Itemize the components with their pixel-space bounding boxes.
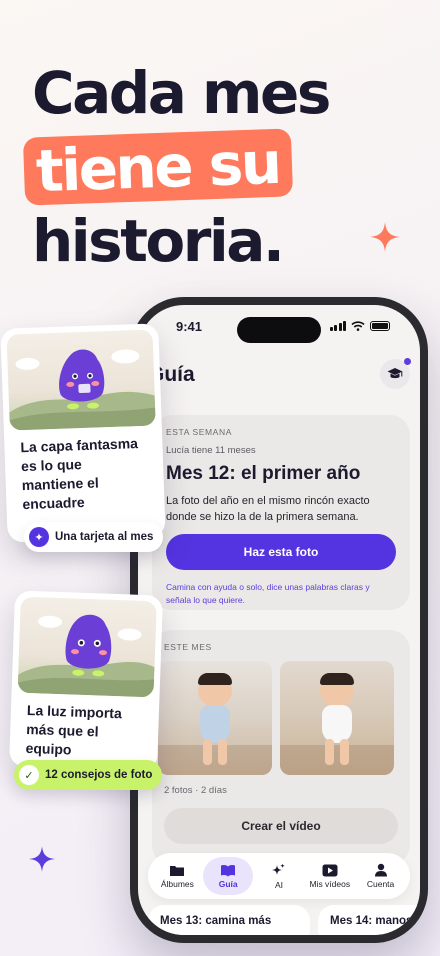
next-month-card[interactable]: Mes 13: camina más xyxy=(148,905,310,935)
tip-card-ghost-layer: La capa fantasma es lo que mantiene el e… xyxy=(0,323,166,543)
folder-icon xyxy=(170,865,185,876)
monthly-card-chip: ✦ Una tarjeta al mes xyxy=(24,522,164,552)
headline-line-2: tiene su xyxy=(22,128,293,206)
signal-icon xyxy=(329,321,346,331)
book-icon xyxy=(221,864,236,876)
baby-age: Lucía tiene 11 meses xyxy=(166,445,256,456)
tip-title: La luz importa más que el equipo xyxy=(25,701,123,758)
sparkle-purple-icon xyxy=(29,846,55,872)
sparkle-orange-icon xyxy=(370,222,400,252)
tab-ai[interactable]: AI xyxy=(254,857,304,895)
photo-tips-chip: ✓ 12 consejos de foto xyxy=(14,760,163,790)
status-icons xyxy=(329,321,390,331)
sparkle-icon xyxy=(272,863,286,875)
next-month-card[interactable]: Mes 14: manos xyxy=(318,905,420,935)
tab-my-videos[interactable]: Mis vídeos xyxy=(305,857,355,895)
tip-title: La capa fantasma es lo que mantiene el e… xyxy=(20,435,139,513)
photo-count: 2 fotos · 2 días xyxy=(164,785,227,796)
tab-label: AI xyxy=(274,879,283,890)
person-icon xyxy=(374,863,387,877)
mascot-illustration xyxy=(6,329,156,431)
graduation-cap-icon[interactable] xyxy=(380,358,411,389)
month-title: Mes 12: el primer año xyxy=(166,463,361,484)
headline: Cada mes tiene su historia. xyxy=(22,56,331,278)
tab-label: Álbumes xyxy=(160,878,194,889)
baby-photo[interactable] xyxy=(280,661,394,775)
take-photo-button[interactable]: Haz esta foto xyxy=(166,534,396,570)
create-video-button[interactable]: Crear el vídeo xyxy=(164,808,398,844)
phone-mockup: 9:41 Guía ESTA SEMANA Lucía tiene 11 mes… xyxy=(130,297,428,943)
week-eyebrow: ESTA SEMANA xyxy=(166,427,232,437)
month-eyebrow: ESTE MES xyxy=(164,642,212,652)
mascot-illustration xyxy=(17,596,157,698)
milestone-hint: Camina con ayuda o solo, dice unas palab… xyxy=(166,582,370,605)
tab-albums[interactable]: Álbumes xyxy=(152,857,202,895)
month-description: La foto del año en el mismo rincón exact… xyxy=(166,495,370,523)
chip-label: Una tarjeta al mes xyxy=(55,531,154,543)
baby-photo[interactable] xyxy=(158,661,272,775)
tip-card-light: La luz importa más que el equipo xyxy=(8,590,164,772)
wifi-icon xyxy=(351,321,365,331)
tab-account[interactable]: Cuenta xyxy=(356,857,406,895)
check-icon: ✓ xyxy=(19,765,39,785)
tab-bar: Álbumes Guía AI Mis vídeos Cuenta xyxy=(148,853,410,899)
phone-screen: 9:41 Guía ESTA SEMANA Lucía tiene 11 mes… xyxy=(138,305,420,935)
headline-line-3: historia. xyxy=(32,207,285,275)
this-month-card: ESTE MES 2 fotos · 2 días Crear el vídeo xyxy=(152,630,410,865)
notification-dot xyxy=(404,358,411,365)
play-icon xyxy=(322,864,338,876)
tab-guide[interactable]: Guía xyxy=(203,857,254,895)
status-time: 9:41 xyxy=(176,319,203,334)
headline-line-1: Cada mes xyxy=(32,59,331,127)
this-week-card: ESTA SEMANA Lucía tiene 11 meses Mes 12:… xyxy=(152,415,410,610)
dynamic-island xyxy=(237,317,321,343)
photo-grid xyxy=(158,661,404,775)
chip-label: 12 consejos de foto xyxy=(45,769,153,781)
battery-icon xyxy=(370,321,390,331)
tab-label: Guía xyxy=(218,878,238,889)
sparkle-icon: ✦ xyxy=(29,527,49,547)
tab-label: Mis vídeos xyxy=(309,878,351,889)
tab-label: Cuenta xyxy=(366,879,395,889)
